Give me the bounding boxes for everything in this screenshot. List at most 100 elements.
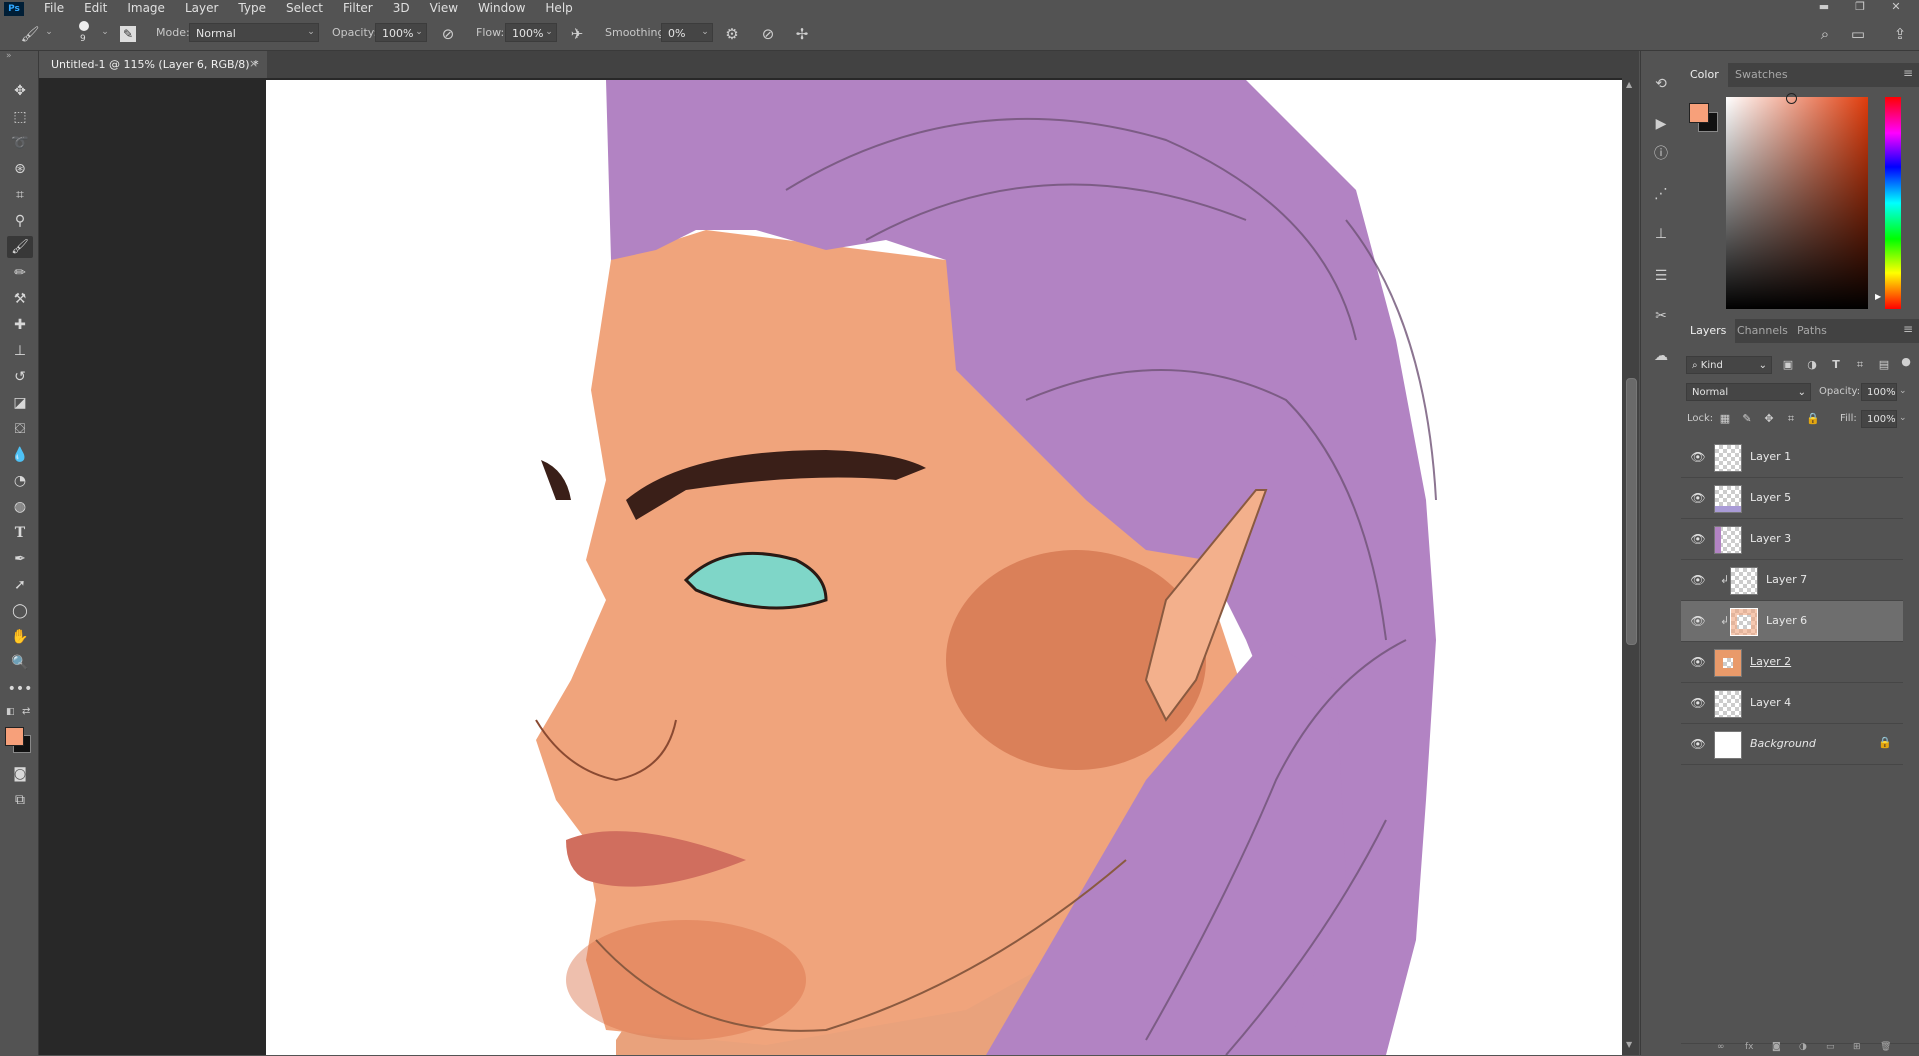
- brush-tip-preview[interactable]: [79, 21, 89, 31]
- layer-filter-kind-select[interactable]: ⌕ Kind ⌄: [1686, 356, 1772, 374]
- history-panel-icon[interactable]: ⟲: [1650, 73, 1672, 95]
- menu-select[interactable]: Select: [276, 0, 333, 17]
- menu-file[interactable]: File: [34, 0, 74, 17]
- lock-image-pixels-icon[interactable]: ✎: [1739, 411, 1755, 427]
- layer-style-icon[interactable]: fx: [1745, 1042, 1754, 1052]
- tool-preset-chevron-down-icon[interactable]: ⌄: [42, 23, 56, 42]
- crop-tool-icon[interactable]: ⌗: [7, 184, 33, 206]
- default-colors-icon[interactable]: ◧: [6, 707, 15, 717]
- color-field[interactable]: [1726, 93, 1868, 309]
- new-layer-icon[interactable]: ⊞: [1853, 1042, 1861, 1052]
- menu-layer[interactable]: Layer: [175, 0, 228, 17]
- mode-chevron-down-icon[interactable]: ⌄: [304, 23, 318, 42]
- eyedropper-tool-icon[interactable]: ⚲: [7, 210, 33, 232]
- zoom-tool-icon[interactable]: 🔍: [7, 652, 33, 674]
- lock-artboard-icon[interactable]: ⌗: [1783, 411, 1799, 427]
- flow-chevron-down-icon[interactable]: ⌄: [542, 23, 556, 42]
- libraries-panel-icon[interactable]: ☁: [1650, 345, 1672, 367]
- lock-all-icon[interactable]: 🔒: [1805, 411, 1821, 427]
- filter-pixel-icon[interactable]: ▣: [1780, 357, 1796, 373]
- link-layers-icon[interactable]: ∞: [1717, 1042, 1725, 1052]
- tab-paths[interactable]: Paths: [1788, 319, 1836, 343]
- search-icon[interactable]: ⌕: [1815, 24, 1835, 44]
- color-panel-menu-icon[interactable]: ≡: [1903, 66, 1913, 80]
- filter-shape-icon[interactable]: ⌗: [1852, 357, 1868, 373]
- document-tab[interactable]: Untitled-1 @ 115% (Layer 6, RGB/8) * ×: [39, 51, 267, 78]
- opacity-chevron-down-icon[interactable]: ⌄: [412, 23, 426, 42]
- adjustments-panel-icon[interactable]: ☰: [1650, 265, 1672, 287]
- layer-row-background[interactable]: 👁 Background 🔒: [1681, 724, 1903, 765]
- lasso-tool-icon[interactable]: ➰: [7, 132, 33, 154]
- move-tool-icon[interactable]: ✥: [7, 80, 33, 102]
- sponge-tool-icon[interactable]: ◍: [7, 496, 33, 518]
- scroll-down-icon[interactable]: ▼: [1626, 1040, 1632, 1049]
- dodge-tool-icon[interactable]: ◔: [7, 470, 33, 492]
- menu-image[interactable]: Image: [117, 0, 175, 17]
- brush-tool-icon[interactable]: 🖌: [20, 24, 40, 44]
- actions-panel-icon[interactable]: ▶: [1650, 113, 1672, 135]
- layer-row-layer-1[interactable]: 👁 Layer 1: [1681, 437, 1903, 478]
- filter-adjustment-icon[interactable]: ◑: [1804, 357, 1820, 373]
- healing-brush-tool-icon[interactable]: ✚: [7, 314, 33, 336]
- layer-opacity-chevron-icon[interactable]: ⌄: [1899, 386, 1907, 396]
- tool-presets-panel-icon[interactable]: ✂: [1650, 305, 1672, 327]
- maximize-icon[interactable]: ❐: [1845, 0, 1875, 17]
- layer-row-layer-7[interactable]: 👁 ↲ Layer 7: [1681, 560, 1903, 601]
- smoothing-gear-icon[interactable]: ⚙: [722, 24, 742, 44]
- layer-row-layer-4[interactable]: 👁 Layer 4: [1681, 683, 1903, 724]
- workspace-icon[interactable]: ▭: [1848, 24, 1868, 44]
- menu-filter[interactable]: Filter: [333, 0, 383, 17]
- eraser-tool-icon[interactable]: ◪: [7, 392, 33, 414]
- visibility-eye-icon[interactable]: 👁: [1690, 491, 1706, 505]
- clone-source-panel-icon[interactable]: ⊥: [1650, 223, 1672, 245]
- screen-mode-icon[interactable]: ⧉: [7, 789, 33, 811]
- menu-window[interactable]: Window: [468, 0, 535, 17]
- close-document-icon[interactable]: ×: [249, 57, 258, 70]
- scrollbar-thumb[interactable]: [1626, 378, 1637, 645]
- clone-stamp-tool-icon[interactable]: ⊥: [7, 340, 33, 362]
- color-panel-foreground-swatch[interactable]: [1689, 103, 1709, 123]
- info-panel-icon[interactable]: ⓘ: [1650, 143, 1672, 165]
- foreground-color-swatch[interactable]: [5, 727, 24, 746]
- delete-layer-icon[interactable]: 🗑: [1880, 1042, 1891, 1052]
- menu-type[interactable]: Type: [228, 0, 276, 17]
- brush-settings-panel-icon[interactable]: ⋰: [1650, 183, 1672, 205]
- brush-picker-chevron-down-icon[interactable]: ⌄: [98, 23, 112, 42]
- layer-row-layer-5[interactable]: 👁 Layer 5: [1681, 478, 1903, 519]
- visibility-eye-icon[interactable]: 👁: [1690, 532, 1706, 546]
- scroll-up-icon[interactable]: ▲: [1626, 80, 1632, 89]
- menu-view[interactable]: View: [420, 0, 468, 17]
- layer-row-layer-3[interactable]: 👁 Layer 3: [1681, 519, 1903, 560]
- brush-settings-icon[interactable]: ✎: [120, 26, 136, 42]
- symmetry-butterfly-icon[interactable]: ✢: [792, 24, 812, 44]
- type-tool-icon[interactable]: T: [7, 522, 33, 544]
- airbrush-icon[interactable]: ✈: [567, 24, 587, 44]
- smoothing-chevron-down-icon[interactable]: ⌄: [698, 23, 712, 42]
- pen-tool-icon[interactable]: ✒: [7, 548, 33, 570]
- visibility-eye-icon[interactable]: 👁: [1690, 655, 1706, 669]
- layer-blend-mode-select[interactable]: Normal ⌄: [1686, 383, 1811, 401]
- new-group-icon[interactable]: ▭: [1826, 1042, 1835, 1052]
- vertical-scrollbar[interactable]: ▲ ▼: [1622, 78, 1639, 1055]
- visibility-eye-icon[interactable]: 👁: [1690, 737, 1706, 751]
- paint-bucket-tool-icon[interactable]: ⛋: [7, 418, 33, 440]
- minimize-icon[interactable]: ▬: [1809, 0, 1839, 17]
- menu-help[interactable]: Help: [535, 0, 582, 17]
- history-brush-tool-icon[interactable]: ↺: [7, 366, 33, 388]
- layer-row-layer-6[interactable]: 👁 ↲ Layer 6: [1681, 601, 1903, 642]
- filter-smart-object-icon[interactable]: ▤: [1876, 357, 1892, 373]
- visibility-eye-icon[interactable]: 👁: [1690, 614, 1706, 628]
- layer-row-layer-2[interactable]: 👁 Layer 2: [1681, 642, 1903, 683]
- tab-swatches[interactable]: Swatches: [1726, 63, 1797, 87]
- layer-opacity-input[interactable]: 100%: [1861, 383, 1897, 401]
- pressure-opacity-icon[interactable]: ⊘: [438, 24, 458, 44]
- tab-channels[interactable]: Channels: [1728, 319, 1797, 343]
- visibility-eye-icon[interactable]: 👁: [1690, 696, 1706, 710]
- quick-selection-tool-icon[interactable]: ⊛: [7, 158, 33, 180]
- hue-slider[interactable]: [1885, 97, 1901, 309]
- brush-tool-icon[interactable]: 🖌: [7, 236, 33, 258]
- lock-transparent-pixels-icon[interactable]: ▦: [1717, 411, 1733, 427]
- ellipse-tool-icon[interactable]: ◯: [7, 600, 33, 622]
- filter-type-icon[interactable]: T: [1828, 357, 1844, 373]
- visibility-eye-icon[interactable]: 👁: [1690, 450, 1706, 464]
